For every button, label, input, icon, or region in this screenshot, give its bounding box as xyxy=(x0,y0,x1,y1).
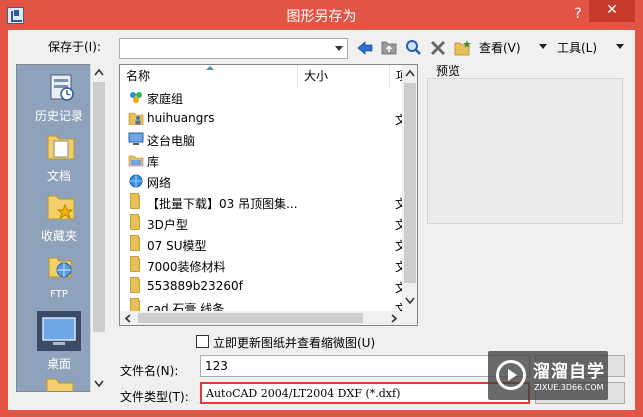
column-header-name[interactable]: 名称 xyxy=(120,65,298,87)
tools-dropdown-icon[interactable] xyxy=(616,44,624,49)
dialog-title: 图形另存为 xyxy=(286,9,357,25)
user-folder-icon xyxy=(128,112,144,125)
save-drawing-dialog: 图形另存为 ? ✕ 保存于(I): 查看(V) 工具(L) 历史记录 文档 收藏… xyxy=(0,0,643,417)
scroll-down-icon[interactable] xyxy=(405,297,415,305)
file-list[interactable]: 名称 大小 项 家庭组 huihuangrs xyxy=(119,64,418,326)
file-name: 库 xyxy=(147,155,160,169)
file-name: 3D户型 xyxy=(147,218,188,232)
history-icon xyxy=(50,74,74,101)
scroll-left-icon[interactable] xyxy=(124,314,132,323)
list-item[interactable]: 7000装修材料 文 xyxy=(120,255,407,276)
folder-icon xyxy=(46,378,74,391)
list-item[interactable]: 553889b23260f 文 xyxy=(120,276,407,297)
library-icon xyxy=(128,155,144,167)
scroll-right-icon[interactable] xyxy=(390,314,398,323)
network-icon xyxy=(129,174,143,188)
chevron-down-icon[interactable] xyxy=(335,46,343,51)
scroll-down-icon[interactable] xyxy=(94,380,104,388)
watermark-url: ZIXUE.3D66.COM xyxy=(534,383,604,392)
documents-icon xyxy=(47,135,75,160)
file-list-hscroll-thumb[interactable] xyxy=(138,313,363,323)
favorites-icon xyxy=(47,195,75,220)
update-thumbnail-checkbox[interactable] xyxy=(196,335,209,348)
computer-icon xyxy=(128,132,144,145)
filename-label: 文件名(N): xyxy=(120,364,179,378)
save-in-combo[interactable] xyxy=(119,38,348,59)
places-scrollbar[interactable] xyxy=(90,64,106,392)
place-label: 桌面 xyxy=(46,357,71,371)
places-scroll-thumb[interactable] xyxy=(93,82,105,332)
place-label: 历史记录 xyxy=(34,109,83,123)
folder-icon xyxy=(130,277,140,293)
file-list-scroll-thumb[interactable] xyxy=(404,83,416,283)
column-name-label: 名称 xyxy=(126,69,151,83)
list-item[interactable]: huihuangrs 文 xyxy=(120,108,407,129)
desktop-icon xyxy=(37,311,81,351)
list-item[interactable]: 这台电脑 xyxy=(120,129,402,150)
file-list-scrollbar[interactable] xyxy=(402,65,417,325)
filetype-label: 文件类型(T): xyxy=(120,390,189,404)
play-logo-icon xyxy=(496,360,526,390)
help-button[interactable]: ? xyxy=(566,3,590,25)
close-button[interactable]: ✕ xyxy=(589,0,635,22)
list-item[interactable]: 网络 xyxy=(120,171,402,192)
back-arrow-icon[interactable] xyxy=(356,39,374,57)
watermark-name: 溜溜自学 xyxy=(533,362,605,382)
file-name: 553889b23260f xyxy=(147,279,243,293)
view-menu[interactable]: 查看(V) xyxy=(479,39,521,56)
scroll-up-icon[interactable] xyxy=(405,69,415,77)
filename-input[interactable]: 123 xyxy=(200,355,530,377)
file-name: 家庭组 xyxy=(147,92,184,106)
column-header-size[interactable]: 大小 xyxy=(298,65,390,87)
ftp-icon xyxy=(48,257,72,278)
file-name: 07 SU模型 xyxy=(147,239,207,253)
place-label: 收藏夹 xyxy=(40,229,77,243)
sort-ascending-icon xyxy=(206,66,214,70)
homegroup-icon xyxy=(130,92,142,103)
file-name: 网络 xyxy=(147,176,172,190)
preview-label: 预览 xyxy=(436,64,461,78)
preview-pane xyxy=(427,78,623,224)
new-folder-icon[interactable] xyxy=(454,39,472,57)
folder-icon xyxy=(130,256,140,272)
filetype-select[interactable]: AutoCAD 2004/LT2004 DXF (*.dxf) xyxy=(200,382,530,404)
file-list-hscrollbar[interactable] xyxy=(120,311,402,325)
list-item[interactable]: 库 xyxy=(120,150,402,171)
update-thumbnail-label: 立即更新图纸并查看缩微图(U) xyxy=(213,336,376,350)
search-icon[interactable] xyxy=(404,39,422,57)
file-name: 【批量下载】03 吊顶图集... xyxy=(147,197,298,211)
list-item[interactable]: 家庭组 xyxy=(120,87,402,108)
file-name: 7000装修材料 xyxy=(147,260,226,274)
folder-icon xyxy=(130,235,140,251)
column-size-label: 大小 xyxy=(304,69,329,83)
watermark: 溜溜自学 ZIXUE.3D66.COM xyxy=(488,351,608,400)
file-name: 这台电脑 xyxy=(147,134,196,148)
place-label: FTP xyxy=(50,289,68,300)
folder-icon xyxy=(130,193,140,209)
place-label: 文档 xyxy=(46,169,71,183)
list-item[interactable]: 07 SU模型 文 xyxy=(120,234,407,255)
list-item[interactable]: 【批量下载】03 吊顶图集... 文 xyxy=(120,192,407,213)
save-in-label: 保存于(I): xyxy=(48,40,101,54)
folder-icon xyxy=(130,214,140,230)
scroll-up-icon[interactable] xyxy=(94,68,104,76)
delete-icon[interactable] xyxy=(429,39,447,57)
title-bar[interactable]: 图形另存为 ? ✕ xyxy=(0,0,643,30)
up-folder-icon[interactable] xyxy=(380,39,398,57)
file-name: huihuangrs xyxy=(147,111,215,125)
view-dropdown-icon[interactable] xyxy=(539,44,547,49)
tools-menu[interactable]: 工具(L) xyxy=(557,39,597,56)
list-item[interactable]: 3D户型 文 xyxy=(120,213,407,234)
